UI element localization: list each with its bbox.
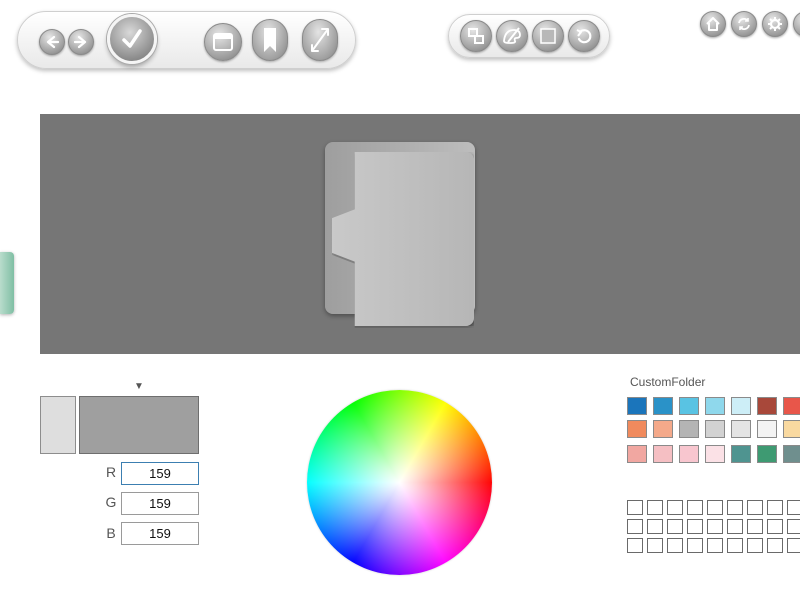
custom-color-slot[interactable] (687, 519, 703, 534)
custom-color-row (627, 500, 800, 515)
dropdown-arrow-icon[interactable]: ▼ (134, 381, 144, 392)
palette-row (627, 397, 800, 415)
checkmark-icon (122, 29, 142, 48)
custom-color-slot[interactable] (767, 500, 783, 515)
custom-color-slot[interactable] (727, 500, 743, 515)
custom-color-slot[interactable] (767, 519, 783, 534)
resize-button[interactable] (302, 19, 338, 61)
frame-button[interactable] (532, 20, 564, 52)
red-input[interactable] (121, 462, 199, 485)
palette-swatch[interactable] (679, 397, 699, 415)
custom-color-slot[interactable] (707, 500, 723, 515)
current-color-swatch (79, 396, 199, 454)
custom-color-slot[interactable] (787, 500, 800, 515)
custom-color-row (627, 538, 800, 553)
custom-color-slot[interactable] (687, 538, 703, 553)
arrow-right-icon (74, 35, 87, 49)
palette-swatch[interactable] (705, 420, 725, 438)
custom-color-slot[interactable] (627, 519, 643, 534)
palette-row (627, 420, 800, 438)
palette-title: CustomFolder (630, 375, 706, 389)
palette-swatch[interactable] (627, 397, 647, 415)
palette-swatch[interactable] (679, 420, 699, 438)
custom-color-row (627, 519, 800, 534)
layers-button[interactable] (460, 20, 492, 52)
blue-input[interactable] (121, 522, 199, 545)
palette-swatch[interactable] (757, 397, 777, 415)
palette-swatch[interactable] (757, 445, 777, 463)
color-wheel[interactable] (307, 390, 492, 575)
palette-swatch[interactable] (653, 397, 673, 415)
custom-color-slot[interactable] (667, 500, 683, 515)
gear-icon (768, 17, 782, 31)
side-panel-tab[interactable] (0, 252, 14, 314)
settings-button[interactable] (762, 11, 788, 37)
custom-color-slot[interactable] (787, 538, 800, 553)
palette-swatch[interactable] (627, 445, 647, 463)
custom-color-slot[interactable] (627, 500, 643, 515)
palette-swatch[interactable] (705, 445, 725, 463)
frame-icon (540, 28, 556, 44)
window-button[interactable] (204, 23, 242, 61)
palette-swatch[interactable] (653, 445, 673, 463)
custom-color-slot[interactable] (707, 519, 723, 534)
palette-swatch[interactable] (705, 397, 725, 415)
refresh-icon (738, 18, 750, 30)
more-button[interactable] (793, 11, 800, 37)
custom-color-slot[interactable] (687, 500, 703, 515)
custom-color-slot[interactable] (727, 538, 743, 553)
green-input[interactable] (121, 492, 199, 515)
folder-preview (40, 114, 800, 354)
custom-color-slot[interactable] (707, 538, 723, 553)
bookmark-icon (264, 28, 276, 52)
custom-color-slot[interactable] (747, 500, 763, 515)
original-color-swatch (40, 396, 76, 454)
refresh-button[interactable] (731, 11, 757, 37)
home-icon (706, 17, 720, 31)
custom-color-slot[interactable] (667, 538, 683, 553)
custom-color-slot[interactable] (667, 519, 683, 534)
custom-color-slot[interactable] (747, 519, 763, 534)
forward-button[interactable] (68, 29, 94, 55)
undo-icon (576, 29, 592, 44)
window-icon (213, 33, 233, 51)
back-button[interactable] (39, 29, 65, 55)
custom-color-slot[interactable] (647, 538, 663, 553)
custom-color-slot[interactable] (767, 538, 783, 553)
custom-color-slot[interactable] (727, 519, 743, 534)
green-label: G (105, 494, 117, 510)
undo-button[interactable] (568, 20, 600, 52)
apply-button[interactable] (107, 14, 157, 64)
palette-swatch[interactable] (653, 420, 673, 438)
custom-color-slot[interactable] (747, 538, 763, 553)
home-button[interactable] (700, 11, 726, 37)
palette-swatch[interactable] (783, 420, 800, 438)
resize-icon (311, 28, 329, 52)
palette-swatch[interactable] (783, 445, 800, 463)
palette-swatch[interactable] (757, 420, 777, 438)
palette-swatch[interactable] (783, 397, 800, 415)
red-label: R (105, 464, 117, 480)
layers-icon (468, 28, 484, 44)
custom-color-slot[interactable] (787, 519, 800, 534)
paint-button[interactable] (496, 20, 528, 52)
palette-swatch[interactable] (731, 397, 751, 415)
palette-swatch[interactable] (679, 445, 699, 463)
bookmark-button[interactable] (252, 19, 288, 61)
custom-color-slot[interactable] (647, 500, 663, 515)
custom-color-slot[interactable] (627, 538, 643, 553)
palette-swatch[interactable] (731, 420, 751, 438)
arrow-left-icon (46, 35, 59, 49)
palette-row (627, 445, 800, 463)
custom-color-slot[interactable] (647, 519, 663, 534)
palette-swatch[interactable] (627, 420, 647, 438)
paint-palette-icon (503, 27, 521, 44)
blue-label: B (106, 525, 116, 541)
palette-swatch[interactable] (731, 445, 751, 463)
